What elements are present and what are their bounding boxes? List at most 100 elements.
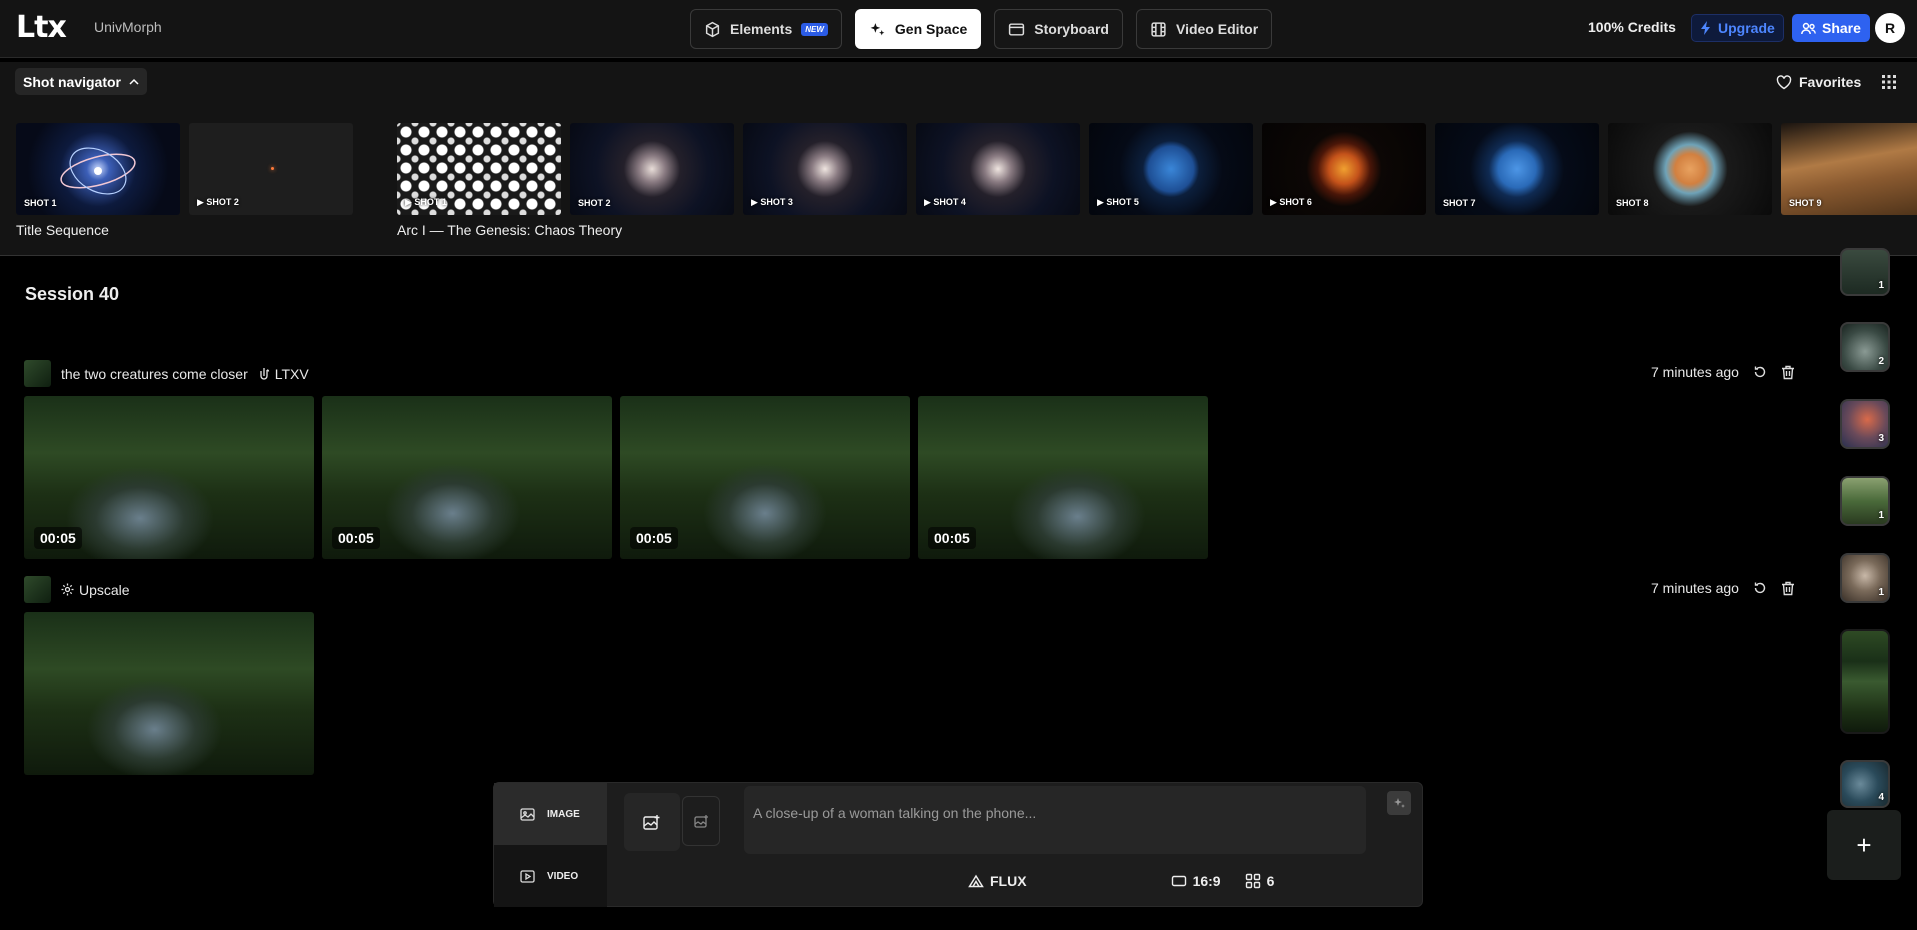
video-icon [520, 869, 535, 883]
rail-session-thumbnail[interactable]: 1 [1840, 476, 1890, 526]
tab-elements-label: Elements [730, 21, 793, 37]
tab-gen-space[interactable]: Gen Space [854, 9, 982, 49]
output-count-label: 6 [1266, 873, 1275, 889]
shot-thumbnail[interactable]: ▶ SHOT 5 [1089, 123, 1253, 215]
output-count-selector[interactable]: 6 [1245, 873, 1275, 889]
video-result[interactable]: 00:05 [918, 396, 1208, 559]
grid-icon[interactable] [1881, 74, 1897, 90]
play-icon: ▶ [405, 197, 415, 207]
add-image-reference-button[interactable] [624, 793, 680, 851]
rail-count: 4 [1878, 792, 1884, 803]
mode-video-button[interactable]: VIDEO [494, 845, 607, 907]
rail-count: 3 [1878, 433, 1884, 444]
share-label: Share [1822, 20, 1861, 36]
lightning-icon [1701, 21, 1710, 35]
shot-label-text: SHOT 9 [1789, 198, 1822, 208]
shot-label: ▶ SHOT 5 [1097, 197, 1139, 208]
session-title: Session 40 [25, 284, 120, 304]
generation-prompt: the two creatures come closer [61, 365, 248, 382]
shot-label: ▶ SHOT 2 [197, 197, 239, 208]
mode-image-label: IMAGE [547, 808, 580, 820]
trash-icon[interactable] [1781, 581, 1795, 596]
rail-session-thumbnail[interactable]: 4 [1840, 760, 1890, 808]
rail-session-thumbnail[interactable]: 3 [1840, 399, 1890, 449]
add-style-reference-button[interactable] [682, 796, 720, 846]
shot-group-title: Arc I — The Genesis: Chaos Theory [397, 222, 623, 238]
cube-icon [705, 21, 720, 37]
user-avatar[interactable]: R [1875, 13, 1905, 43]
shot-thumbnail[interactable]: SHOT 7 [1435, 123, 1599, 215]
app-logo[interactable]: Ltx [16, 13, 67, 43]
tab-video-editor-label: Video Editor [1175, 21, 1259, 37]
favorites-button[interactable]: Favorites [1776, 74, 1861, 90]
rail-session-thumbnail[interactable]: 1 [1840, 553, 1890, 603]
upgrade-label: Upgrade [1718, 20, 1775, 36]
shot-thumbnail[interactable]: ▶ SHOT 1 [397, 123, 561, 215]
video-result[interactable]: 00:05 [24, 396, 314, 559]
rail-count: 1 [1878, 587, 1884, 598]
shot-label: ▶ SHOT 4 [924, 197, 966, 208]
share-button[interactable]: Share [1792, 14, 1870, 42]
shot-thumbnail[interactable]: SHOT 8 [1608, 123, 1772, 215]
shot-thumbnail[interactable]: ▶ SHOT 4 [916, 123, 1080, 215]
upgrade-button[interactable]: Upgrade [1691, 14, 1784, 42]
shot-navigator-label: Shot navigator [23, 73, 122, 90]
tab-gen-space-label: Gen Space [894, 21, 968, 37]
model-selector[interactable]: FLUX [968, 873, 1027, 889]
rail-session-thumbnail[interactable]: 2 [1840, 322, 1890, 372]
enhance-prompt-button[interactable] [1387, 791, 1411, 815]
tab-video-editor[interactable]: Video Editor [1135, 9, 1273, 49]
shot-thumbnail[interactable]: ▶ SHOT 3 [743, 123, 907, 215]
new-session-button[interactable]: + [1827, 810, 1901, 880]
shot-navigator-bar: Shot navigator Favorites [0, 62, 1917, 104]
tab-storyboard[interactable]: Storyboard [994, 9, 1123, 49]
play-icon: ▶ [751, 197, 761, 207]
generation-meta: 7 minutes ago [1651, 580, 1795, 596]
generation-reference-thumbnail[interactable] [24, 576, 51, 603]
video-duration: 00:05 [630, 527, 678, 549]
rail-count: 2 [1878, 356, 1884, 367]
shot-label-text: SHOT 5 [1106, 197, 1139, 207]
shot-thumbnail[interactable]: ▶ SHOT 2 [189, 123, 353, 215]
play-icon: ▶ [1270, 197, 1280, 207]
upscale-tag: Upscale [61, 582, 130, 598]
shot-label: SHOT 1 [24, 198, 57, 208]
shot-label-text: SHOT 4 [933, 197, 966, 207]
video-result[interactable]: 00:05 [620, 396, 910, 559]
mode-image-button[interactable]: IMAGE [494, 783, 607, 845]
prompt-input[interactable] [744, 786, 1366, 854]
video-result[interactable]: 00:05 [322, 396, 612, 559]
shot-thumbnail[interactable]: SHOT 9 [1781, 123, 1917, 215]
video-duration: 00:05 [928, 527, 976, 549]
rail-session-thumbnail[interactable] [1840, 629, 1890, 734]
shot-thumbnail[interactable]: ▶ SHOT 6 [1262, 123, 1426, 215]
retry-icon[interactable] [1753, 581, 1767, 595]
shot-label: SHOT 7 [1443, 198, 1476, 208]
project-name[interactable]: UnivMorph [94, 19, 162, 35]
generation-reference-thumbnail[interactable] [24, 360, 51, 387]
generation-header: the two creatures come closer LTXV [24, 360, 309, 387]
trash-icon[interactable] [1781, 365, 1795, 380]
shot-label: SHOT 2 [578, 198, 611, 208]
shot-thumbnail[interactable]: SHOT 2 [570, 123, 734, 215]
main-nav: Elements NEW Gen Space Storyboard Video … [690, 9, 1273, 49]
shot-label-text: SHOT 2 [206, 197, 239, 207]
shot-navigator-toggle[interactable]: Shot navigator [15, 68, 148, 95]
shot-label-text: SHOT 3 [760, 197, 793, 207]
aspect-ratio-label: 16:9 [1192, 873, 1221, 889]
shot-thumbnail[interactable]: SHOT 1 [16, 123, 180, 215]
shot-label-text: SHOT 1 [24, 198, 57, 208]
upscale-result[interactable] [24, 612, 314, 775]
upscale-icon [61, 583, 74, 596]
shot-group-title: Title Sequence [16, 222, 109, 238]
rail-session-thumbnail[interactable]: 1 [1840, 248, 1890, 296]
image-icon [520, 807, 535, 821]
tab-elements[interactable]: Elements NEW [690, 9, 842, 49]
aspect-ratio-selector[interactable]: 16:9 [1171, 873, 1221, 889]
credits-indicator[interactable]: 100% Credits [1588, 19, 1676, 35]
grid-count-icon [1245, 873, 1260, 889]
spark-dot [271, 167, 274, 170]
top-bar: Ltx UnivMorph Elements NEW Gen Space Sto… [0, 0, 1917, 58]
generation-time: 7 minutes ago [1651, 364, 1739, 380]
retry-icon[interactable] [1753, 365, 1767, 379]
